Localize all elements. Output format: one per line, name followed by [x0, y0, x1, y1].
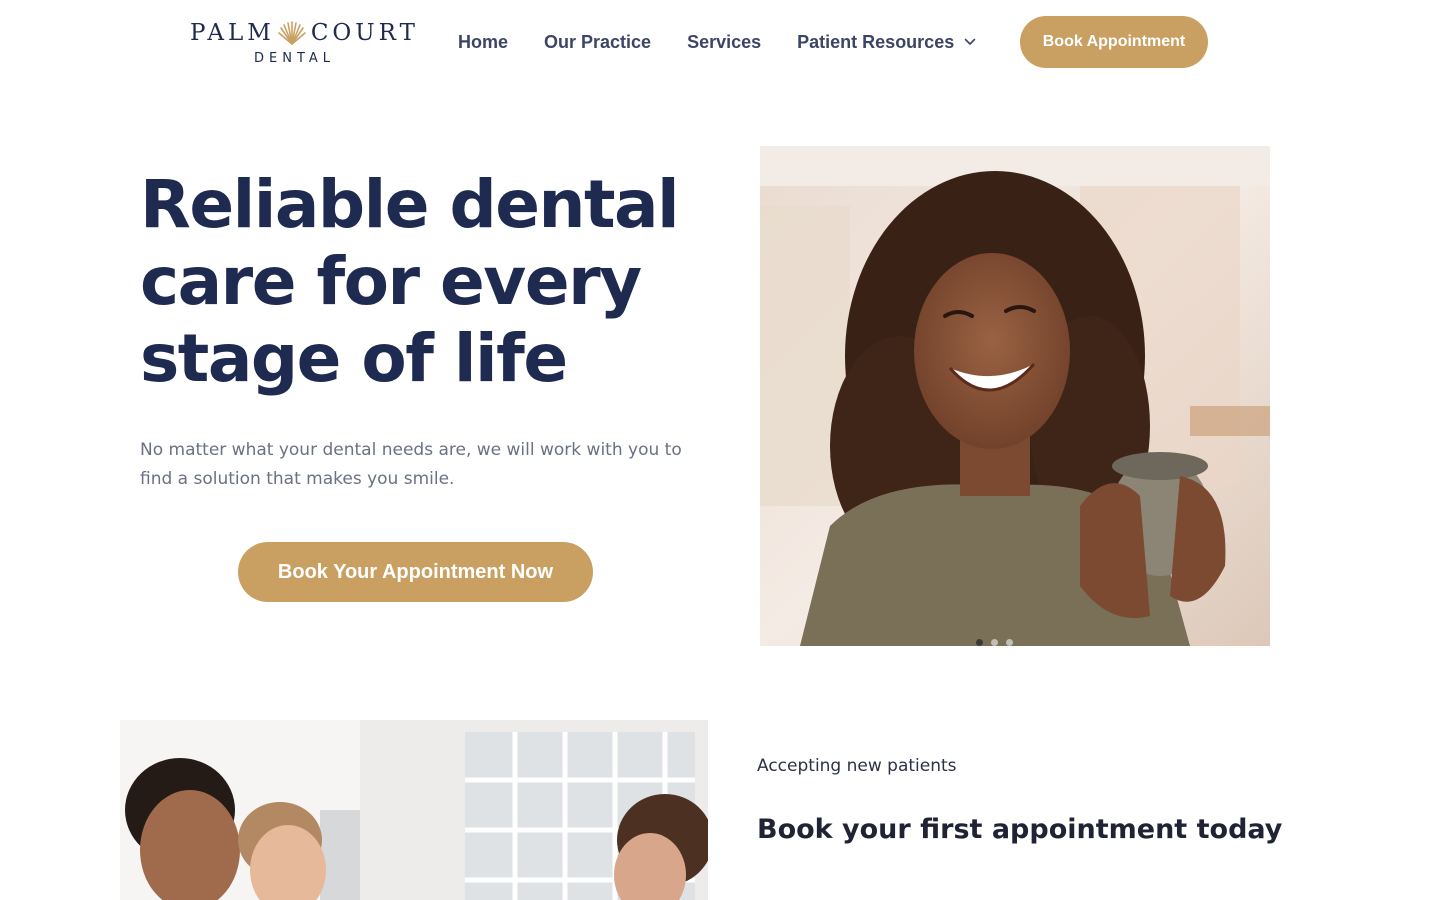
brand-logo[interactable]: PALM COURT DENTAL — [190, 16, 420, 70]
logo-name-left: PALM — [190, 20, 275, 46]
heading-bold: today — [1196, 814, 1283, 845]
book-your-appointment-now-button[interactable]: Book Your Appointment Now — [238, 542, 593, 602]
dental-team-image — [120, 720, 708, 900]
hero-title-line-1: Reliable dental — [140, 166, 680, 243]
book-appointment-button[interactable]: Book Appointment — [1020, 16, 1208, 68]
logo-subtitle: DENTAL — [254, 51, 336, 66]
book-first-appointment-heading: Book your first appointment today — [757, 814, 1282, 845]
hero-carousel-dots — [976, 639, 1021, 646]
logo-wordmark: PALM COURT — [190, 18, 419, 48]
logo-name-right: COURT — [310, 20, 419, 46]
nav-patient-resources-label: Patient Resources — [797, 31, 955, 52]
site-header: PALM COURT DENTAL Home Our Practice Serv… — [0, 0, 1440, 84]
nav-services-label: Services — [687, 31, 762, 52]
hero-subtitle: No matter what your dental needs are, we… — [140, 440, 682, 489]
nav-our-practice[interactable]: Our Practice — [544, 32, 651, 53]
hero-title-line-2: care for every — [140, 243, 642, 320]
hero-title: Reliable dental care for every stage of … — [140, 166, 700, 397]
carousel-dot-1[interactable] — [976, 639, 983, 646]
chevron-down-icon — [964, 38, 976, 45]
heading-prefix: Book your first appointment — [757, 814, 1197, 845]
carousel-dot-3[interactable] — [1006, 639, 1013, 646]
hero-title-line-3: stage of life — [140, 320, 568, 397]
nav-patient-resources[interactable]: Patient Resources — [797, 32, 976, 53]
palm-leaf-icon — [278, 21, 306, 45]
main-nav: Home Our Practice Services Patient Resou… — [458, 28, 1012, 56]
carousel-dot-2[interactable] — [991, 639, 998, 646]
nav-our-practice-label: Our Practice — [544, 31, 652, 52]
accepting-new-patients-label: Accepting new patients — [757, 756, 957, 776]
hero-image-smiling-woman — [760, 146, 1270, 646]
nav-home-label: Home — [458, 31, 509, 52]
nav-home[interactable]: Home — [458, 32, 508, 53]
nav-services[interactable]: Services — [687, 32, 761, 53]
